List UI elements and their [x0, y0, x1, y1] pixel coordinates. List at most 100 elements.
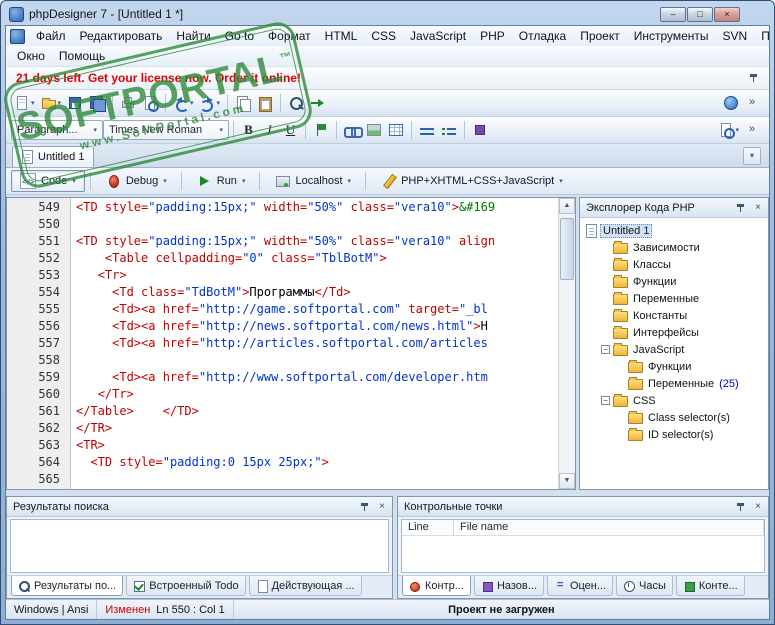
pin-icon[interactable] — [734, 201, 748, 215]
menu-item-javascript[interactable]: JavaScript — [403, 28, 473, 44]
new-file-button[interactable]: ▾ — [11, 92, 38, 114]
expander-icon[interactable]: − — [601, 345, 610, 354]
print-button[interactable] — [117, 92, 139, 114]
scroll-down-arrow[interactable]: ▼ — [559, 473, 575, 489]
localhost-button[interactable]: Localhost ▾ — [265, 170, 360, 192]
goto-button[interactable] — [307, 92, 329, 114]
tree-item-интерфейсы[interactable]: Интерфейсы — [582, 324, 766, 341]
list-ol-button[interactable] — [438, 119, 460, 141]
code-line[interactable]: <Td><a href="http://news.softportal.com/… — [76, 318, 558, 335]
tree-item-id-selector-s[interactable]: ID selector(s) — [582, 426, 766, 443]
close-button[interactable]: × — [714, 6, 740, 22]
scroll-thumb[interactable] — [560, 218, 574, 280]
close-panel-icon[interactable] — [751, 500, 765, 514]
breakpoints-list[interactable]: Line File name — [401, 519, 765, 573]
document-tab-untitled-1[interactable]: Untitled 1 — [12, 146, 95, 167]
paragraph-style-select[interactable]: Paragraph... ▾ — [11, 120, 103, 140]
link-button[interactable] — [341, 119, 363, 141]
run-button[interactable]: Run ▾ — [187, 170, 255, 192]
tree-item-переменные[interactable]: Переменные (25) — [582, 375, 766, 392]
tree-item-зависимости[interactable]: Зависимости — [582, 239, 766, 256]
trial-message[interactable]: 21 days left. Get your license now. Orde… — [16, 71, 301, 85]
maximize-button[interactable]: □ — [687, 6, 713, 22]
search-button[interactable] — [285, 92, 307, 114]
code-line[interactable]: <TR> — [76, 437, 558, 454]
tree-item-константы[interactable]: Константы — [582, 307, 766, 324]
tab-контр[interactable]: Контр... — [402, 576, 471, 596]
font-select[interactable]: Times New Roman ▾ — [103, 120, 229, 140]
code-line[interactable]: </TR> — [76, 420, 558, 437]
code-line[interactable]: <Td class="TdBotM">Программы</Td> — [76, 284, 558, 301]
menu-item-редактировать[interactable]: Редактировать — [73, 28, 170, 44]
close-panel-icon[interactable] — [751, 201, 765, 215]
code-button[interactable]: Code ▾ — [11, 170, 85, 192]
overflow-button[interactable] — [742, 119, 764, 141]
tree-item-javascript[interactable]: − JavaScript — [582, 341, 766, 358]
code-area[interactable]: <TD style="padding:15px;" width="50%" cl… — [71, 198, 558, 489]
code-line[interactable]: <Td><a href="http://www.softportal.com/d… — [76, 369, 558, 386]
menu-item-инструменты[interactable]: Инструменты — [627, 28, 716, 44]
save-all-button[interactable] — [86, 92, 108, 114]
underline-button[interactable]: U — [280, 120, 301, 140]
code-line[interactable]: <Td><a href="http://game.softportal.com"… — [76, 301, 558, 318]
tree-item-css[interactable]: − CSS — [582, 392, 766, 409]
code-line[interactable]: <Td><a href="http://articles.softportal.… — [76, 335, 558, 352]
code-line[interactable]: <Table cellpadding="0" class="TblBotM"> — [76, 250, 558, 267]
italic-button[interactable]: I — [259, 120, 280, 140]
minimize-button[interactable]: – — [660, 6, 686, 22]
menu-item-html[interactable]: HTML — [318, 28, 365, 44]
pencil-button[interactable]: PHP+XHTML+CSS+JavaScript ▾ — [371, 170, 572, 192]
close-panel-icon[interactable] — [375, 500, 389, 514]
editor-vertical-scrollbar[interactable]: ▲ ▼ — [558, 198, 575, 489]
tab-конте[interactable]: Конте... — [675, 576, 745, 596]
tree-item-функции[interactable]: Функции — [582, 273, 766, 290]
tab-оцен[interactable]: Оцен... — [546, 576, 614, 596]
copy-button[interactable] — [232, 92, 254, 114]
code-editor[interactable]: 549 550 551 552 553 554 555 556 557 558 559 560 561 5… — [6, 197, 576, 490]
code-line[interactable]: </Table> </TD> — [76, 403, 558, 420]
tab-назов[interactable]: Назов... — [473, 576, 544, 596]
preview-button[interactable] — [139, 92, 161, 114]
css-box-button[interactable] — [469, 119, 491, 141]
menu-item-файл[interactable]: Файл — [29, 28, 73, 44]
column-file-name[interactable]: File name — [454, 520, 764, 535]
code-line[interactable]: <Tr> — [76, 267, 558, 284]
menu-item-css[interactable]: CSS — [364, 28, 403, 44]
tree-item-переменные[interactable]: Переменные — [582, 290, 766, 307]
expander-icon[interactable]: − — [601, 396, 610, 405]
tab-часы[interactable]: Часы — [616, 576, 673, 596]
tab-результаты-по[interactable]: Результаты по... — [11, 576, 124, 596]
tree-item-классы[interactable]: Классы — [582, 256, 766, 273]
scroll-up-arrow[interactable]: ▲ — [559, 198, 575, 214]
code-line[interactable]: <TD style="padding:15px;" width="50%" cl… — [76, 199, 558, 216]
anchor-button[interactable] — [310, 119, 332, 141]
globe-button[interactable] — [720, 92, 742, 114]
menu-item-формат[interactable]: Формат — [261, 28, 318, 44]
code-line[interactable]: <TD style="padding:15px;" width="50%" cl… — [76, 233, 558, 250]
menu-item-php[interactable]: PHP — [473, 28, 512, 44]
pin-icon[interactable] — [734, 500, 748, 514]
menu-item-go-to[interactable]: Go to — [218, 28, 261, 44]
code-line[interactable] — [76, 352, 558, 369]
code-line[interactable]: <TD style="padding:0 15px 25px;"> — [76, 454, 558, 471]
preview-button[interactable]: ▾ — [715, 119, 742, 141]
code-line[interactable]: </Tr> — [76, 386, 558, 403]
tree-item-функции[interactable]: Функции — [582, 358, 766, 375]
debug-button[interactable]: Debug ▾ — [96, 170, 176, 192]
menu-item-проект[interactable]: Проект — [573, 28, 627, 44]
search-results-list[interactable] — [10, 519, 389, 573]
tab-list-button[interactable]: ▾ — [743, 147, 761, 165]
code-line[interactable] — [76, 471, 558, 488]
pin-icon[interactable] — [747, 71, 761, 85]
code-explorer-tree[interactable]: Untitled 1 Зависимости Классы Функции Переме… — [580, 218, 768, 489]
redo-button[interactable]: ▾ — [197, 92, 224, 114]
titlebar[interactable]: phpDesigner 7 - [Untitled 1 *] – □ × — [5, 1, 770, 25]
tree-item-class-selector-s[interactable]: Class selector(s) — [582, 409, 766, 426]
table-button[interactable] — [385, 119, 407, 141]
menu-item-найти[interactable]: Найти — [169, 28, 217, 44]
bold-button[interactable]: B — [238, 120, 259, 140]
line-number-gutter[interactable]: 549 550 551 552 553 554 555 556 557 558 559 560 561 5… — [7, 198, 71, 489]
menu-item-помощь[interactable]: Помощь — [52, 48, 112, 64]
list-ul-button[interactable] — [416, 119, 438, 141]
undo-button[interactable]: ▾ — [170, 92, 197, 114]
